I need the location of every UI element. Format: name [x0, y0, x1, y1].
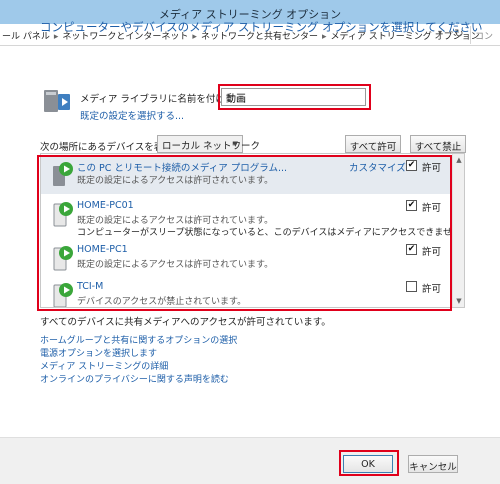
location-select-value: ローカル ネットワーク	[162, 141, 261, 152]
device-list-scrollbar[interactable]: ▲ ▼	[452, 154, 464, 307]
power-options-link[interactable]: 電源オプションを選択します	[40, 346, 157, 359]
choose-default-settings-link[interactable]: 既定の設定を選択する...	[80, 108, 184, 122]
block-all-button[interactable]: すべて禁止	[410, 135, 466, 153]
page-heading: コンピューターやデバイスのメディア ストリーミング オプションを選択してください	[40, 20, 483, 34]
homegroup-sharing-link[interactable]: ホームグループと共有に関するオプションの選択	[40, 333, 237, 346]
highlight-box-ok-button	[339, 450, 399, 476]
privacy-statement-link[interactable]: オンラインのプライバシーに関する声明を読む	[40, 372, 229, 385]
highlight-box-library-name	[218, 84, 371, 110]
highlight-box-device-list	[37, 155, 452, 311]
allow-all-button[interactable]: すべて許可	[345, 135, 401, 153]
scroll-down-icon[interactable]: ▼	[453, 297, 464, 305]
media-library-icon	[44, 90, 70, 112]
location-select[interactable]: ローカル ネットワーク ▼	[157, 135, 260, 153]
chevron-down-icon: ▼	[232, 140, 238, 148]
scroll-up-icon[interactable]: ▲	[453, 156, 464, 164]
media-streaming-details-link[interactable]: メディア ストリーミングの詳細	[40, 359, 168, 372]
show-devices-label: 次の場所にあるデバイスを表示:	[40, 142, 176, 153]
access-status-text: すべてのデバイスに共有メディアへのアクセスが許可されています。	[40, 317, 331, 328]
cancel-button[interactable]: キャンセル	[408, 455, 458, 473]
